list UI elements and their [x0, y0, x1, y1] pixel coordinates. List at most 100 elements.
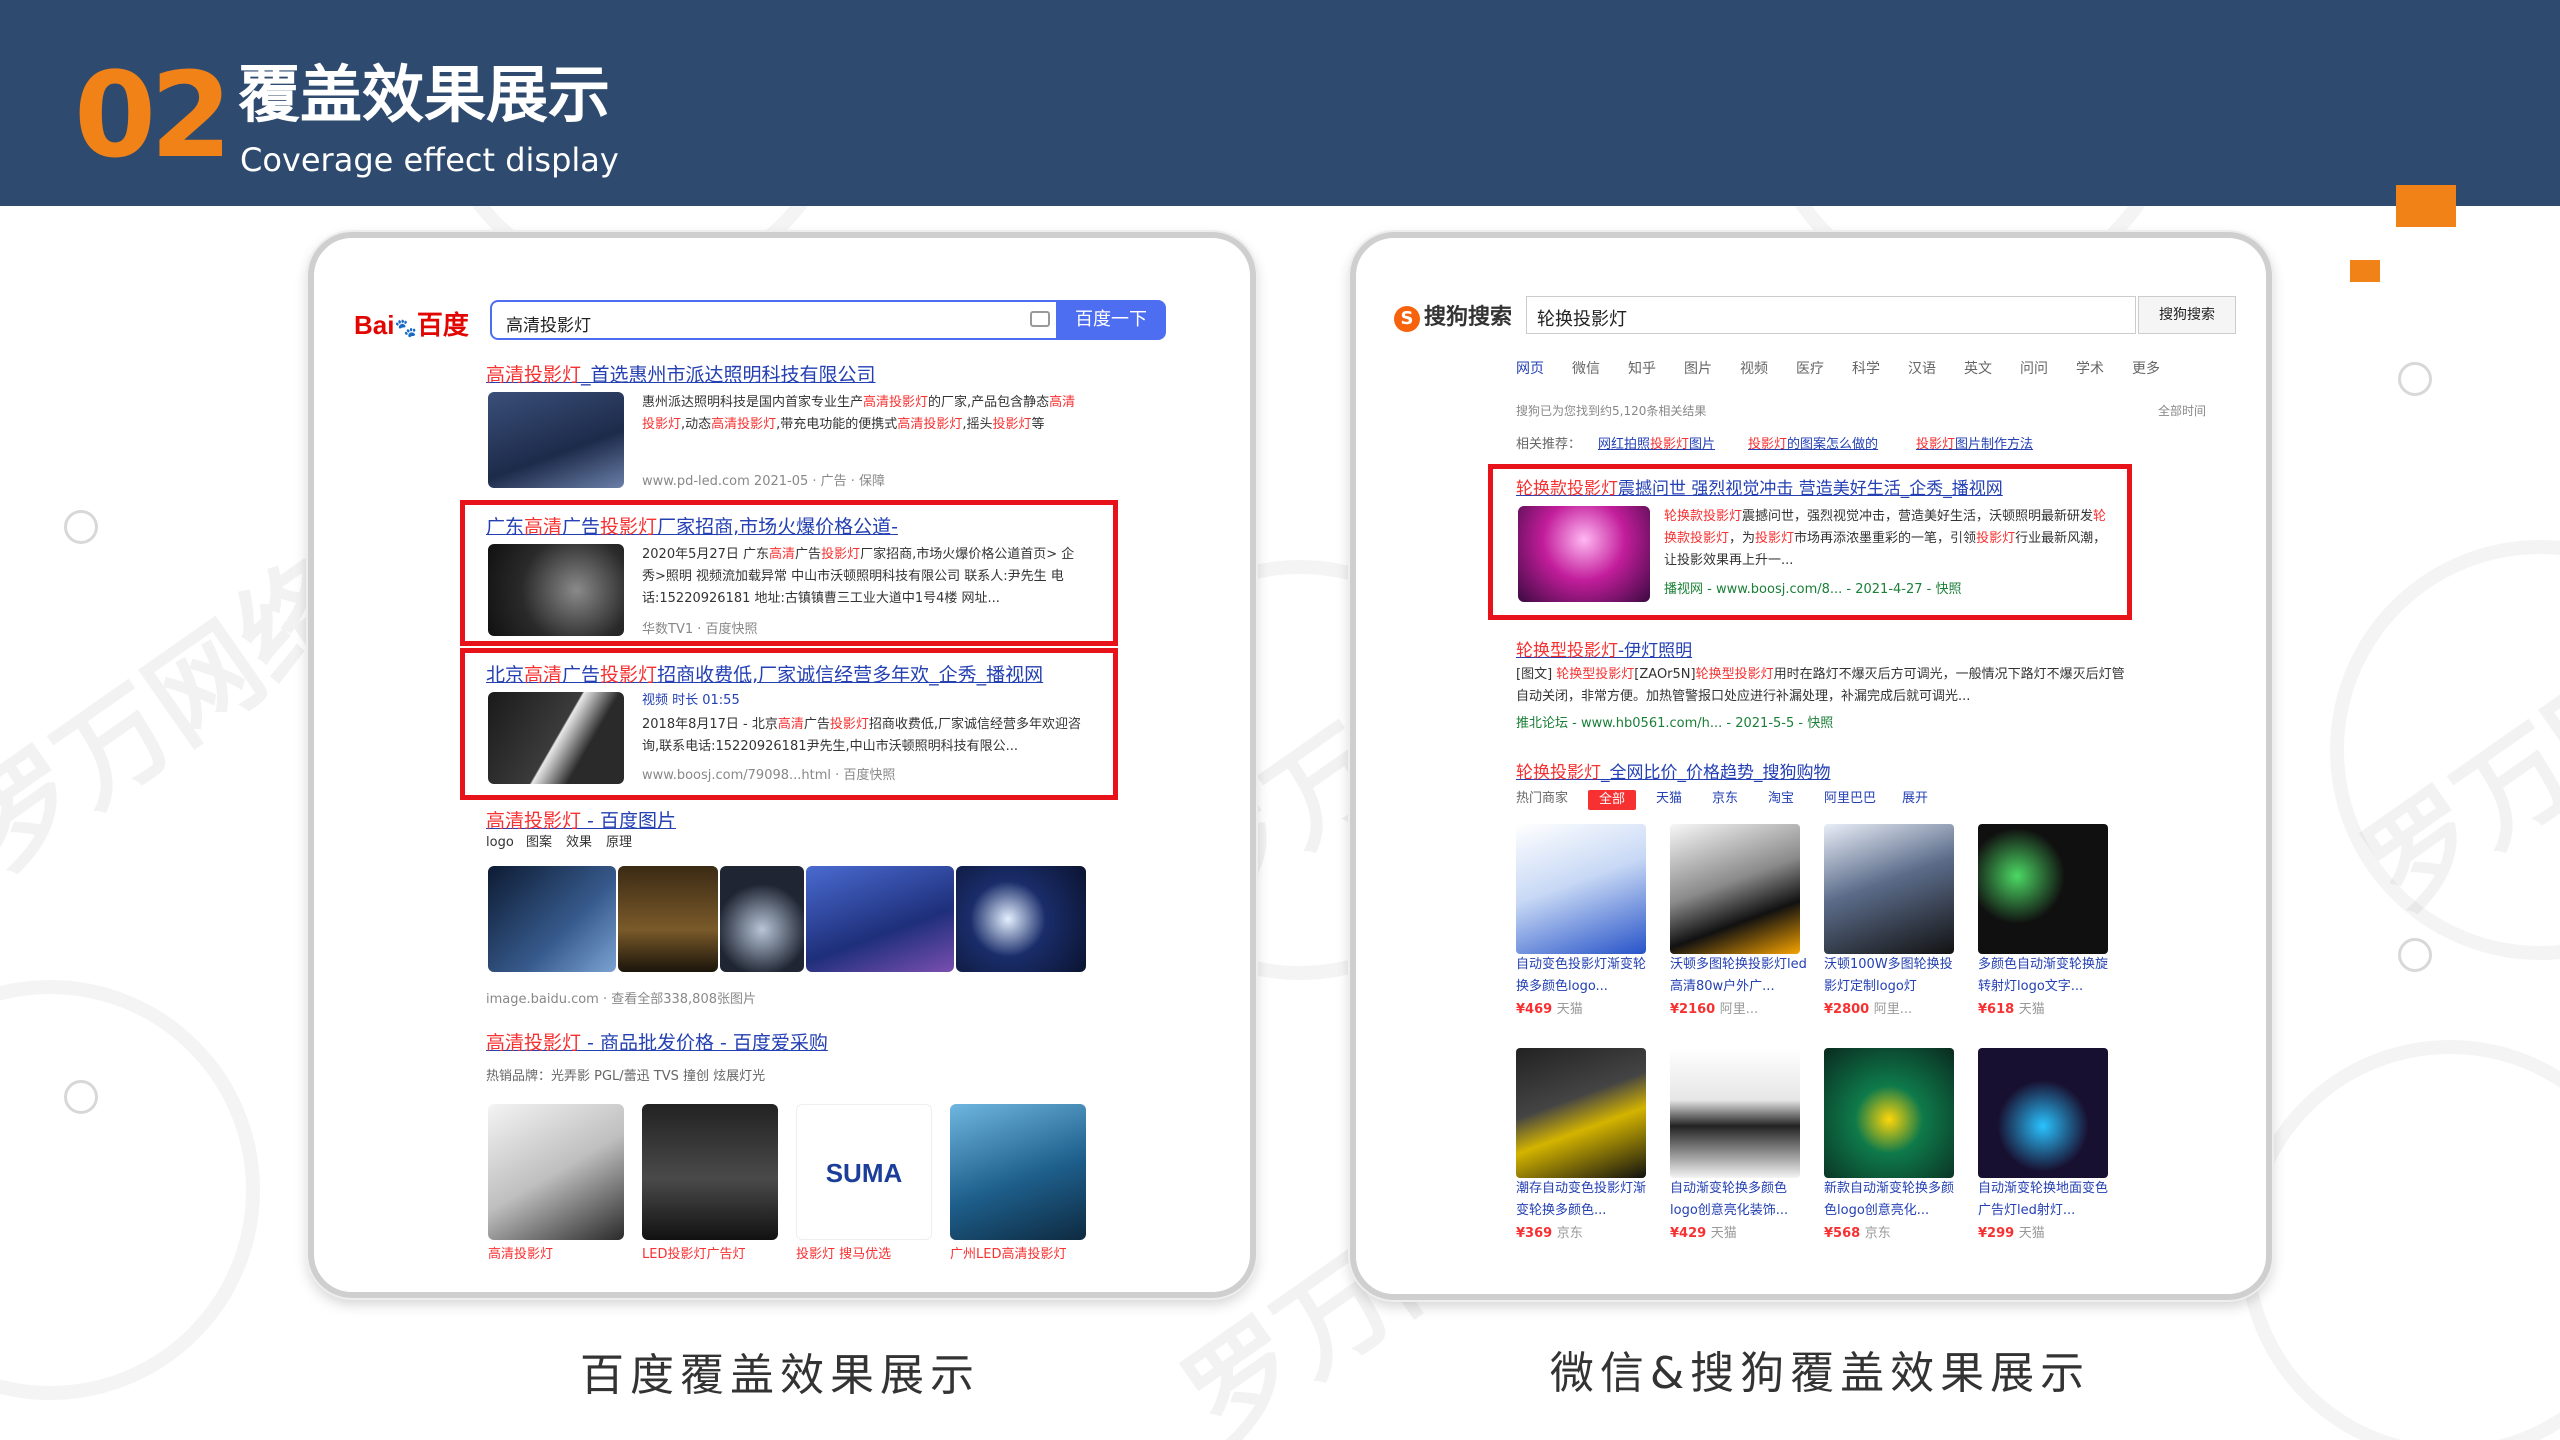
result-count: 搜狗已为您找到约5,120条相关结果 [1516, 404, 1707, 418]
image-tag[interactable]: logo [486, 832, 516, 854]
product-image[interactable]: SUMA [796, 1104, 932, 1240]
image-strip-item[interactable] [956, 866, 1086, 972]
related-link[interactable]: 投影灯的图案怎么做的 [1748, 434, 1908, 456]
tab-medical[interactable]: 医疗 [1796, 358, 1824, 378]
product-card[interactable]: 自动变色投影灯渐变轮换多颜色logo... ¥469 天猫 [1516, 824, 1656, 1017]
result-description: 惠州派达照明科技是国内首家专业生产高清投影灯的厂家,产品包含静态高清投影灯,动态… [642, 395, 1076, 432]
product-name[interactable]: 高清投影灯 [488, 1244, 624, 1266]
product-name[interactable]: 自动渐变轮换地面变色广告灯led射灯... [1978, 1178, 2118, 1222]
section-number: 02 [74, 46, 232, 184]
caption-sogou: 微信&搜狗覆盖效果展示 [1549, 1348, 2091, 1399]
shop-filter[interactable]: 天猫 [1656, 788, 1704, 810]
shop-filter-label: 热门商家 [1516, 791, 1569, 806]
product-card[interactable]: 自动渐变轮换多颜色logo创意亮化装饰... ¥429 天猫 [1670, 1048, 1810, 1241]
tab-zhihu[interactable]: 知乎 [1628, 358, 1656, 378]
image-tag[interactable]: 效果 [566, 832, 596, 854]
result-thumbnail[interactable] [488, 392, 624, 488]
product-name[interactable]: 投影灯 搜马优选 [796, 1244, 932, 1266]
product-card[interactable]: 多颜色自动渐变轮换旋转射灯logo文字... ¥618 天猫 [1978, 824, 2118, 1017]
highlight-box [1488, 464, 2132, 620]
image-tag[interactable]: 原理 [606, 832, 636, 854]
tab-scholar[interactable]: 学术 [2076, 358, 2104, 378]
tab-english[interactable]: 英文 [1964, 358, 1992, 378]
product-card[interactable]: 新款自动渐变轮换多颜色logo创意亮化... ¥568 京东 [1824, 1048, 1964, 1241]
tab-more[interactable]: 更多 [2132, 358, 2160, 378]
baidu-screen: Bai🐾百度 高清投影灯 百度一下 高清投影灯_首选惠州市派达照明科技有限公司 … [336, 278, 1228, 1268]
product-image[interactable] [488, 1104, 624, 1240]
product-image[interactable] [1516, 1048, 1646, 1178]
result-url[interactable]: www.pd-led.com 2021-05 · 广告 · 保障 [642, 470, 885, 489]
camera-icon[interactable] [1030, 311, 1050, 327]
tablet-frame-sogou: S 搜狗搜索 轮换投影灯 搜狗搜索 网页 微信 知乎 图片 视频 医疗 科学 汉语… [1350, 232, 2272, 1300]
shop-filter-expand[interactable]: 展开 [1902, 788, 1950, 810]
product-name[interactable]: 潮存自动变色投影灯渐变轮换多颜色... [1516, 1178, 1656, 1222]
time-filter[interactable]: 全部时间 [2158, 402, 2206, 419]
highlight-box [460, 500, 1118, 646]
product-image[interactable] [1978, 1048, 2108, 1178]
images-result-title[interactable]: 高清投影灯 - 百度图片 [486, 806, 676, 833]
product-image[interactable] [642, 1104, 778, 1240]
tab-science[interactable]: 科学 [1852, 358, 1880, 378]
product-image[interactable] [1516, 824, 1646, 954]
product-image[interactable] [1670, 824, 1800, 954]
product-price: ¥2160 阿里... [1670, 1002, 1759, 1017]
shop-filter[interactable]: 淘宝 [1768, 788, 1816, 810]
image-tag[interactable]: 图案 [526, 832, 556, 854]
product-name[interactable]: LED投影灯广告灯 [642, 1244, 778, 1266]
images-result-url[interactable]: image.baidu.com · 查看全部338,808张图片 [486, 988, 756, 1007]
product-price: ¥469 天猫 [1516, 1002, 1583, 1017]
product-price: ¥369 京东 [1516, 1226, 1583, 1241]
sogou-logo: S 搜狗搜索 [1394, 306, 1512, 332]
product-card[interactable]: 自动渐变轮换地面变色广告灯led射灯... ¥299 天猫 [1978, 1048, 2118, 1241]
baidu-search-button[interactable]: 百度一下 [1056, 300, 1166, 340]
tab-weixin[interactable]: 微信 [1572, 358, 1600, 378]
shop-title[interactable]: 轮换投影灯_全网比价_价格趋势_搜狗购物 [1516, 758, 1831, 783]
shop-result-title[interactable]: 高清投影灯 - 商品批发价格 - 百度爱采购 [486, 1028, 828, 1055]
product-card[interactable]: 沃顿100W多图轮换投影灯定制logo灯 ¥2800 阿里... [1824, 824, 1964, 1017]
product-image[interactable] [1824, 824, 1954, 954]
product-image[interactable] [950, 1104, 1086, 1240]
tab-images[interactable]: 图片 [1684, 358, 1712, 378]
related-link[interactable]: 投影灯图片制作方法 [1916, 434, 2076, 456]
result-title[interactable]: 轮换型投影灯-伊灯照明 [1516, 636, 1692, 661]
header-bar: 02 覆盖效果展示 Coverage effect display [0, 0, 2560, 206]
product-name[interactable]: 广州LED高清投影灯 [950, 1244, 1086, 1266]
image-strip-item[interactable] [720, 866, 804, 972]
tab-wenwen[interactable]: 问问 [2020, 358, 2048, 378]
tab-web[interactable]: 网页 [1516, 358, 1544, 378]
decor-circle [2398, 362, 2432, 396]
tab-chinese[interactable]: 汉语 [1908, 358, 1936, 378]
product-name[interactable]: 自动变色投影灯渐变轮换多颜色logo... [1516, 954, 1656, 998]
product-image[interactable] [1978, 824, 2108, 954]
result-url[interactable]: 推北论坛 - www.hb0561.com/h... - 2021-5-5 - … [1516, 712, 1833, 731]
image-strip-item[interactable] [806, 866, 954, 972]
product-name[interactable]: 多颜色自动渐变轮换旋转射灯logo文字... [1978, 954, 2118, 998]
sogou-screen: S 搜狗搜索 轮换投影灯 搜狗搜索 网页 微信 知乎 图片 视频 医疗 科学 汉语… [1376, 278, 2246, 1268]
decor-circle [64, 510, 98, 544]
tab-video[interactable]: 视频 [1740, 358, 1768, 378]
image-strip-item[interactable] [488, 866, 616, 972]
sogou-search-input[interactable]: 轮换投影灯 [1526, 296, 2136, 334]
product-card[interactable]: 潮存自动变色投影灯渐变轮换多颜色... ¥369 京东 [1516, 1048, 1656, 1241]
shop-filter[interactable]: 阿里巴巴 [1824, 788, 1894, 810]
product-name[interactable]: 沃顿100W多图轮换投影灯定制logo灯 [1824, 954, 1964, 998]
shop-filter[interactable]: 京东 [1712, 788, 1760, 810]
result-title[interactable]: 高清投影灯_首选惠州市派达照明科技有限公司 [486, 360, 876, 387]
product-image[interactable] [1670, 1048, 1800, 1178]
image-strip-item[interactable] [618, 866, 718, 972]
product-name[interactable]: 沃顿多图轮换投影灯led高清80w户外广... [1670, 954, 1810, 998]
highlight-box [460, 648, 1118, 800]
related-label: 相关推荐： [1516, 437, 1582, 452]
baidu-search-input[interactable]: 高清投影灯 [490, 300, 1070, 340]
shop-filter-all[interactable]: 全部 [1588, 790, 1636, 810]
product-image[interactable] [1824, 1048, 1954, 1178]
related-link[interactable]: 网红拍照投影灯图片 [1598, 434, 1738, 456]
orange-square-ornament [2350, 260, 2380, 282]
watermark-seal [0, 980, 260, 1400]
sogou-search-button[interactable]: 搜狗搜索 [2138, 296, 2236, 334]
product-card[interactable]: 沃顿多图轮换投影灯led高清80w户外广... ¥2160 阿里... [1670, 824, 1810, 1017]
product-name[interactable]: 新款自动渐变轮换多颜色logo创意亮化... [1824, 1178, 1964, 1222]
result-description: [图文] 轮换型投影灯[ZAOr5N]轮换型投影灯用时在路灯不爆灭后方可调光，一… [1516, 667, 2125, 704]
product-name[interactable]: 自动渐变轮换多颜色logo创意亮化装饰... [1670, 1178, 1810, 1222]
shop-brands: 热销品牌：光弄影 PGL/蕾迅 TVS 撞创 炫展灯光 [486, 1069, 766, 1084]
